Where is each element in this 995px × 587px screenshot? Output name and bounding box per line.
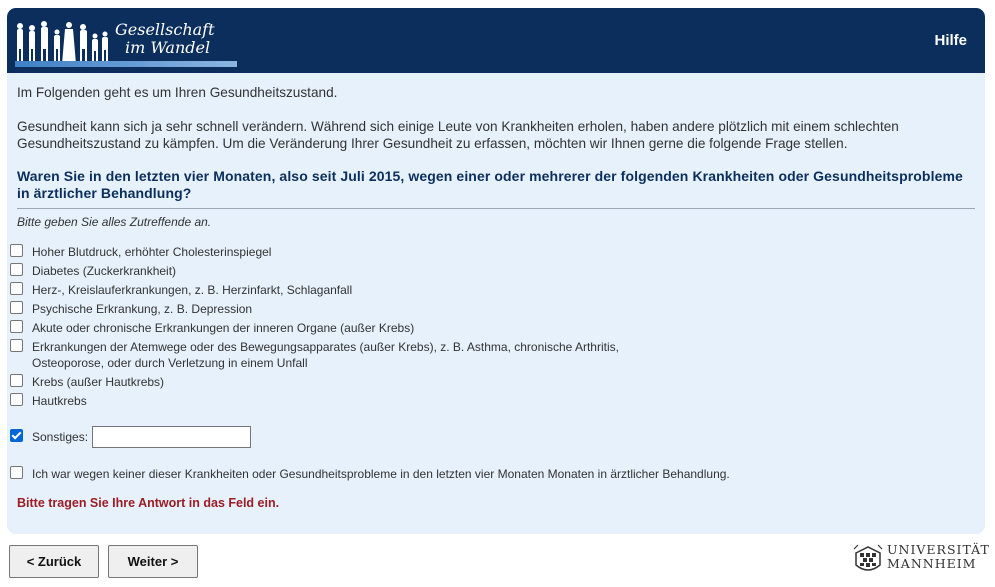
header-bar: Gesellschaft im Wandel Hilfe — [7, 8, 985, 73]
checkbox[interactable] — [10, 466, 23, 479]
option-label: Herz-, Kreislauferkrankungen, z. B. Herz… — [32, 283, 353, 297]
question-content: Im Folgenden geht es um Ihren Gesundheit… — [17, 84, 975, 229]
option-label: Akute oder chronische Erkrankungen der i… — [32, 321, 415, 335]
back-button[interactable]: < Zurück — [9, 545, 99, 578]
checkbox-checked[interactable] — [10, 429, 23, 442]
checkbox[interactable] — [10, 339, 23, 352]
checkbox[interactable] — [10, 282, 23, 295]
other-label: Sonstiges: — [32, 430, 89, 444]
option-row[interactable]: Herz-, Kreislauferkrankungen, z. B. Herz… — [10, 282, 352, 298]
university-line-1: UNIVERSITÄT — [887, 542, 990, 557]
help-link[interactable]: Hilfe — [934, 32, 967, 49]
option-row[interactable]: Erkrankungen der Atemwege oder des Beweg… — [10, 339, 690, 371]
checkbox[interactable] — [10, 374, 23, 387]
logo-line-1: Gesellschaft — [115, 20, 215, 39]
error-message: Bitte tragen Sie Ihre Antwort in das Fel… — [17, 496, 280, 510]
logo-line-2: im Wandel — [125, 38, 211, 57]
checkbox[interactable] — [10, 244, 23, 257]
option-row[interactable]: Psychische Erkrankung, z. B. Depression — [10, 301, 252, 317]
university-logo: UNIVERSITÄT MANNHEIM — [852, 541, 990, 577]
question-text: Waren Sie in den letzten vier Monaten, a… — [17, 168, 963, 201]
none-option-row[interactable]: Ich war wegen keiner dieser Krankheiten … — [10, 466, 730, 482]
option-label: Krebs (außer Hautkrebs) — [32, 375, 165, 389]
option-row[interactable]: Hoher Blutdruck, erhöhter Cholesterinspi… — [10, 244, 271, 260]
checkbox[interactable] — [10, 263, 23, 276]
logo-text: Gesellschaft im Wandel — [115, 21, 215, 57]
checkbox[interactable] — [10, 393, 23, 406]
option-row[interactable]: Akute oder chronische Erkrankungen der i… — [10, 320, 414, 336]
other-text-input[interactable] — [92, 426, 252, 448]
university-name: UNIVERSITÄT MANNHEIM — [887, 543, 990, 571]
university-crest-icon — [853, 544, 883, 571]
option-label: Erkrankungen der Atemwege oder des Beweg… — [32, 340, 619, 370]
option-row[interactable]: Krebs (außer Hautkrebs) — [10, 374, 164, 390]
none-option-label: Ich war wegen keiner dieser Krankheiten … — [32, 467, 730, 481]
other-option-row[interactable]: Sonstiges: — [10, 426, 252, 448]
option-label: Hautkrebs — [32, 394, 87, 408]
option-label: Diabetes (Zuckerkrankheit) — [32, 264, 177, 278]
intro-text-1: Im Folgenden geht es um Ihren Gesundheit… — [17, 85, 338, 100]
instruction-text: Bitte geben Sie alles Zutreffende an. — [17, 215, 212, 229]
survey-panel: Gesellschaft im Wandel Hilfe Im Folgende… — [7, 8, 985, 534]
option-row[interactable]: Hautkrebs — [10, 393, 87, 409]
intro-text-2: Gesundheit kann sich ja sehr schnell ver… — [17, 119, 899, 151]
option-label: Psychische Erkrankung, z. B. Depression — [32, 302, 253, 316]
university-line-2: MANNHEIM — [887, 556, 977, 571]
checkbox[interactable] — [10, 301, 23, 314]
logo-stripe — [15, 61, 237, 67]
option-row[interactable]: Diabetes (Zuckerkrankheit) — [10, 263, 176, 279]
option-label: Hoher Blutdruck, erhöhter Cholesterinspi… — [32, 245, 272, 259]
people-silhouettes-logo — [17, 21, 108, 64]
divider — [17, 208, 975, 209]
checkbox[interactable] — [10, 320, 23, 333]
next-button[interactable]: Weiter > — [108, 545, 198, 578]
